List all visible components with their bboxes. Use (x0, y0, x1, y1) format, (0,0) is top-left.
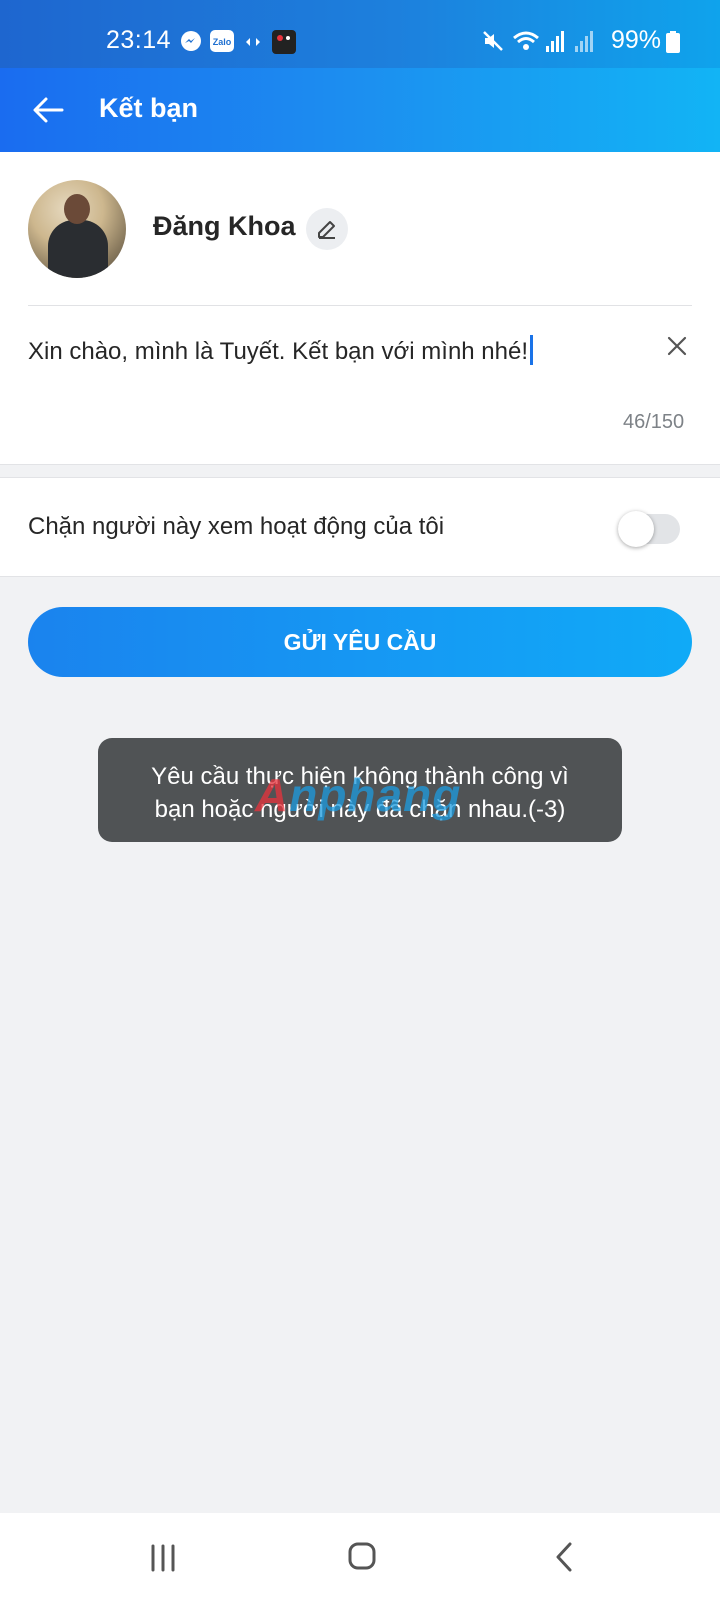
signal-icon (545, 30, 565, 57)
close-icon (667, 336, 687, 356)
nav-back-button[interactable] (552, 1541, 576, 1573)
block-activity-toggle[interactable] (618, 511, 680, 547)
signal-icon (574, 30, 594, 57)
send-request-button[interactable]: GỬI YÊU CẦU (28, 607, 692, 677)
wifi-icon (512, 30, 540, 57)
message-input[interactable]: Xin chào, mình là Tuyết. Kết bạn với mìn… (28, 335, 534, 366)
watermark-logo: Anphang (255, 768, 461, 822)
recents-button[interactable] (148, 1543, 178, 1573)
divider (28, 305, 692, 306)
message-value: Xin chào, mình là Tuyết. Kết bạn với mìn… (28, 338, 529, 365)
sync-icon (245, 35, 261, 53)
battery-percent: 99% (611, 26, 662, 54)
recents-icon (151, 1544, 175, 1572)
status-bar: 23:14 Zalo 99% (0, 0, 720, 68)
friend-request-card: Đăng Khoa Xin chào, mình là Tuyết. Kết b… (0, 152, 720, 465)
avatar[interactable] (28, 180, 126, 278)
page-title: Kết bạn (99, 93, 199, 123)
app-icon (272, 30, 296, 59)
header-bar: Kết bạn (0, 68, 720, 152)
pencil-icon (318, 221, 335, 239)
zalo-icon: Zalo (210, 30, 234, 57)
arrow-left-icon (33, 97, 64, 123)
text-caret (530, 335, 534, 365)
back-icon (556, 1542, 572, 1572)
block-activity-row: Chặn người này xem hoạt động của tôi (0, 477, 720, 577)
block-activity-label: Chặn người này xem hoạt động của tôi (28, 513, 445, 540)
messenger-icon (180, 30, 202, 57)
status-time: 23:14 (106, 26, 172, 54)
character-counter: 46/150 (623, 411, 685, 433)
home-icon (348, 1542, 376, 1570)
system-navigation-bar (0, 1513, 720, 1600)
watermark-text: nphang (289, 769, 462, 821)
svg-text:Zalo: Zalo (213, 37, 232, 47)
toggle-knob (618, 511, 654, 547)
edit-name-button[interactable] (306, 208, 348, 250)
avatar-body (48, 220, 108, 278)
battery-icon (666, 31, 680, 58)
profile-name: Đăng Khoa (153, 211, 296, 241)
mute-icon (482, 30, 504, 57)
avatar-head (64, 194, 90, 224)
home-button[interactable] (347, 1540, 377, 1572)
clear-message-button[interactable] (664, 333, 690, 359)
back-button[interactable] (28, 90, 68, 130)
watermark-letter: A (255, 769, 290, 821)
